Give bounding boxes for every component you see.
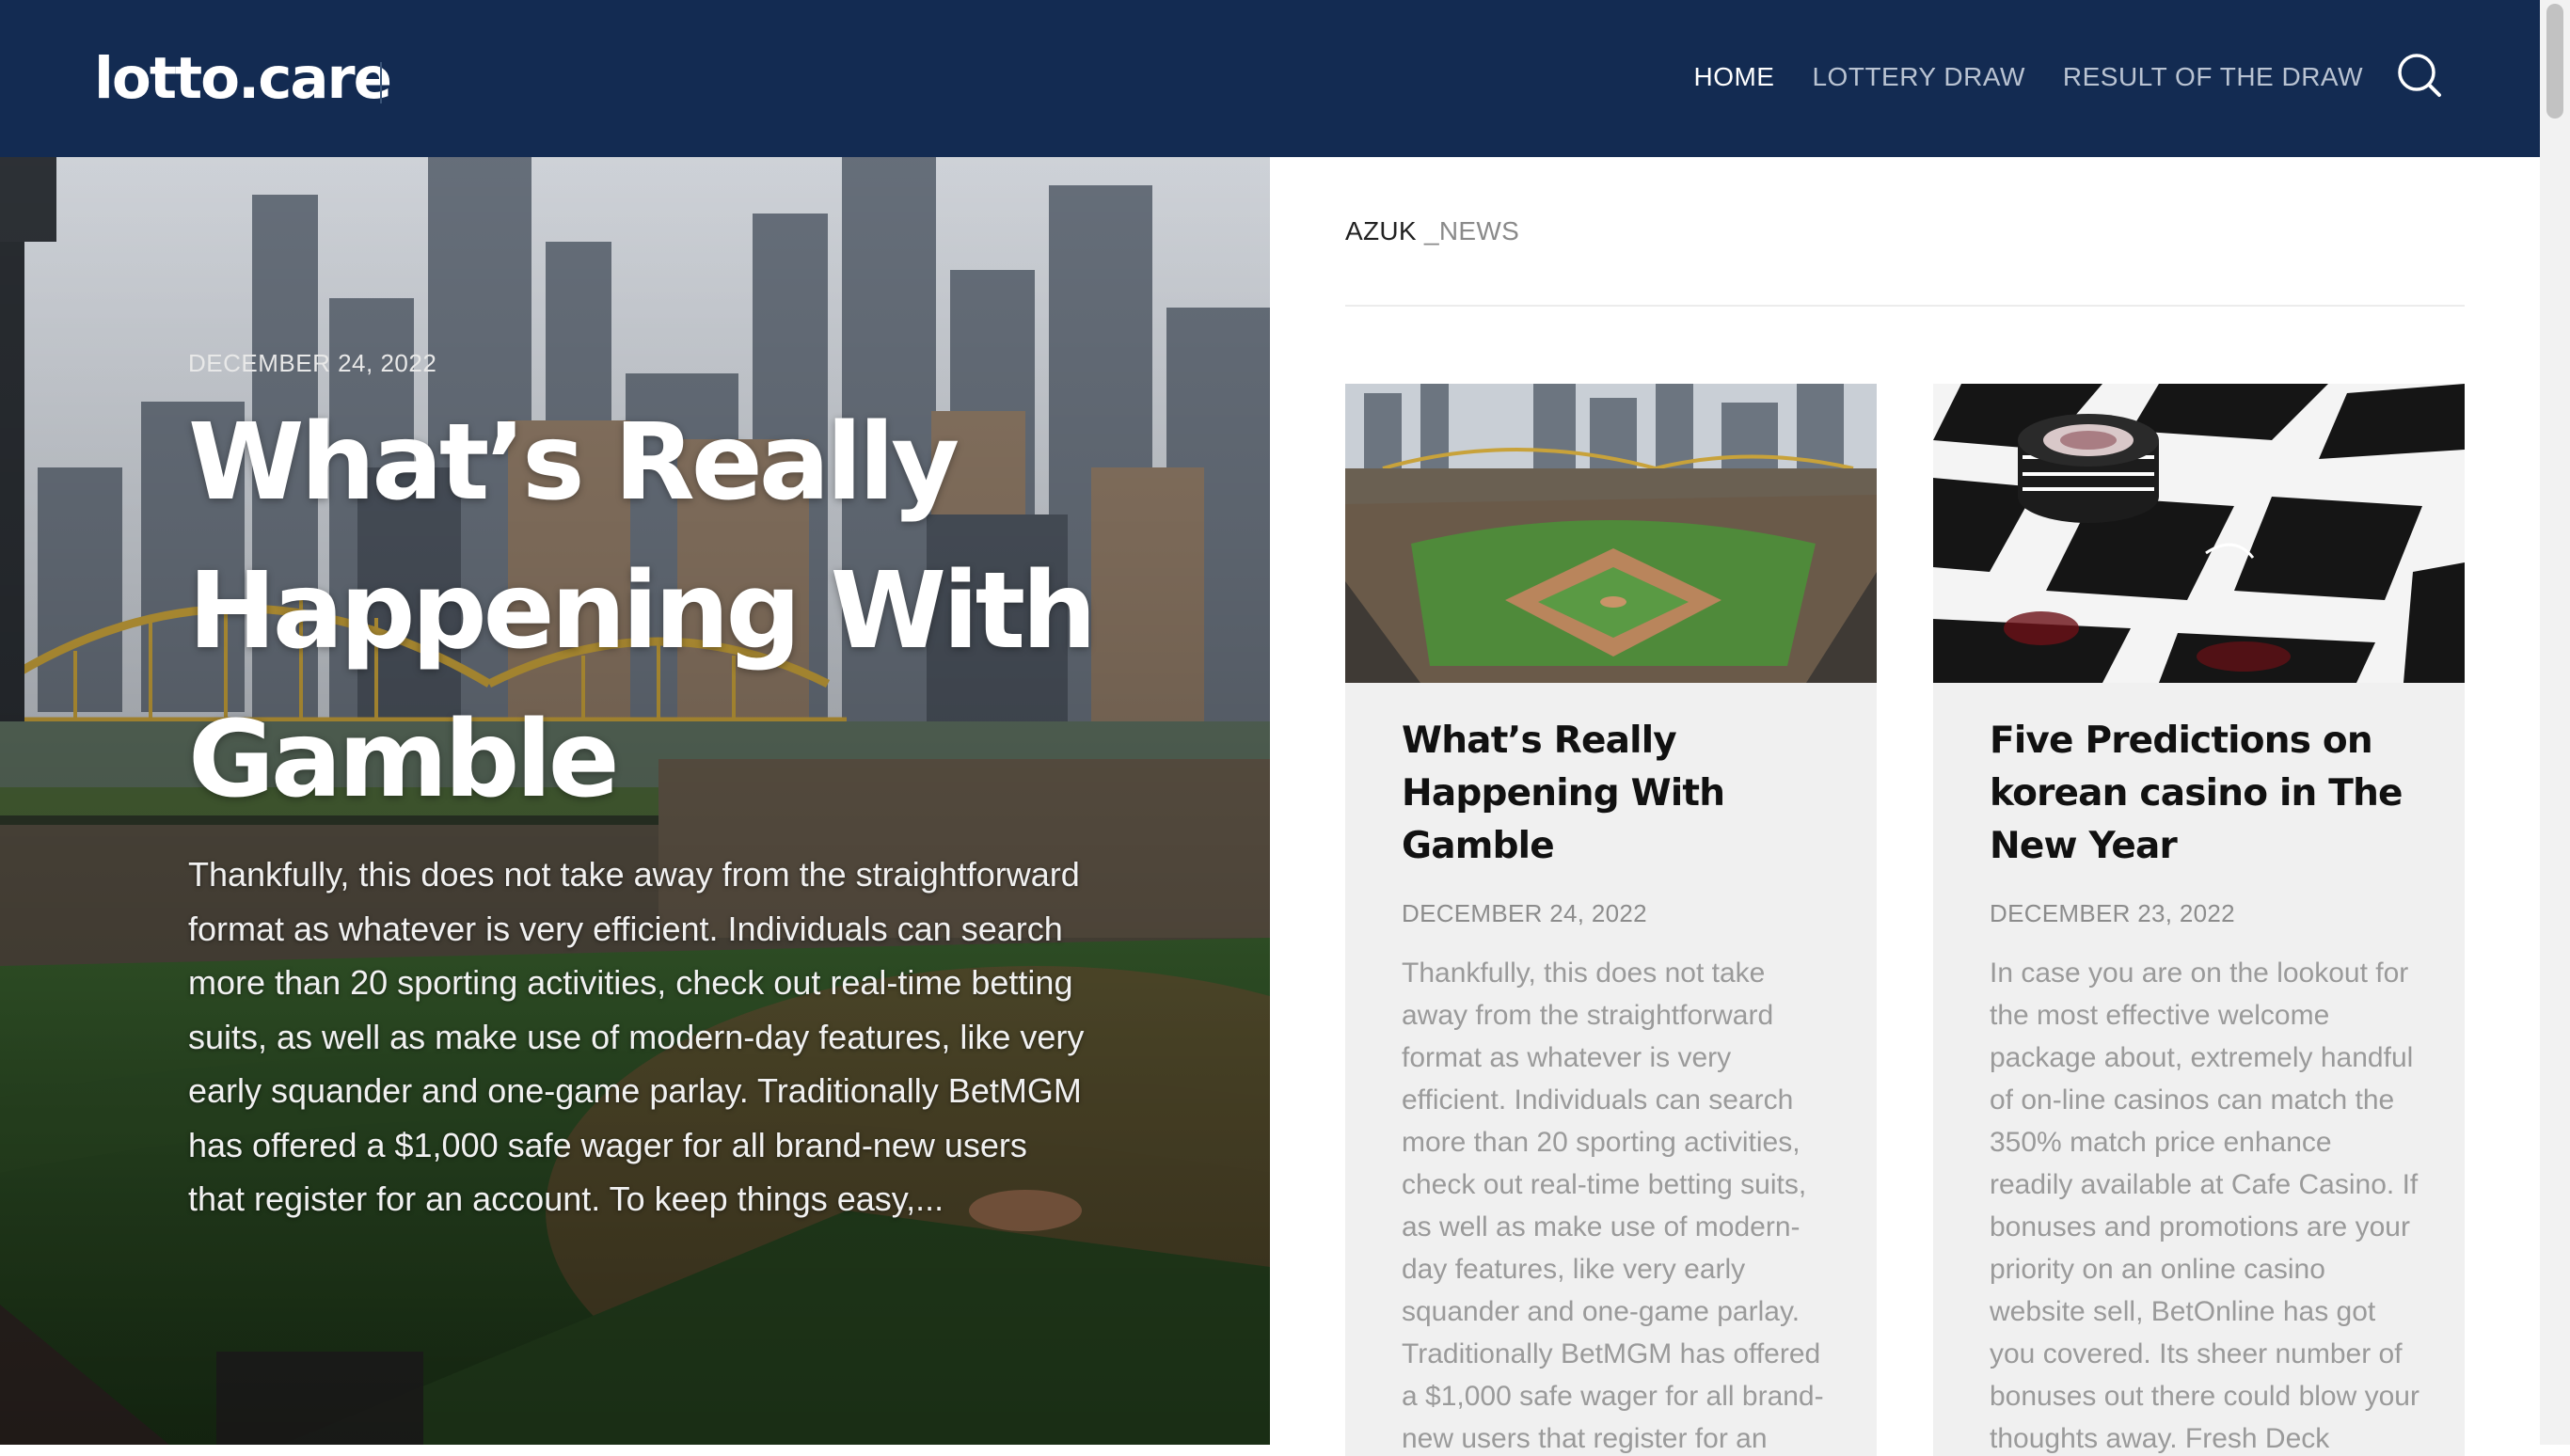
page-scrollbar[interactable] [2540,0,2570,1445]
card-excerpt: In case you are on the lookout for the m… [1990,957,2419,1454]
search-icon [2398,54,2441,97]
hero-date: DECEMBER 24, 2022 [188,349,437,377]
card-body: Five Predictions on korean casino in The… [1990,715,2422,1456]
hero-content: DECEMBER 24, 2022 What’s Really Happenin… [188,347,1110,1227]
card-casino-chips-image[interactable] [1933,384,2465,683]
section-breadcrumb: AZUK _NEWS [1345,213,1519,250]
breadcrumb-secondary[interactable]: _NEWS [1417,216,1519,245]
search-button[interactable] [2397,53,2442,98]
nav-home[interactable]: HOME [1693,58,1774,96]
hero-featured-post[interactable]: DECEMBER 24, 2022 What’s Really Happenin… [0,157,1270,1445]
post-card[interactable]: What’s Really Happening With Gamble DECE… [1345,384,1877,1456]
hero-title[interactable]: What’s Really Happening With Gamble [188,388,1110,834]
site-header: lotto.care HOME LOTTERY DRAW RESULT OF T… [0,0,2540,157]
breadcrumb-primary[interactable]: AZUK [1345,216,1417,245]
card-title[interactable]: Five Predictions on korean casino in The… [1990,715,2422,873]
nav-lottery-draw[interactable]: LOTTERY DRAW [1812,58,2024,96]
card-date: DECEMBER 24, 2022 [1402,899,1647,927]
hero-excerpt: Thankfully, this does not take away from… [188,855,1085,1218]
card-body: What’s Really Happening With Gamble DECE… [1402,715,1834,1456]
card-stadium-image[interactable] [1345,384,1877,683]
post-card[interactable]: Five Predictions on korean casino in The… [1933,384,2465,1456]
main-nav: HOME LOTTERY DRAW RESULT OF THE DRAW [1693,58,2363,96]
logo-divider [380,62,382,103]
section-divider [1345,305,2465,307]
card-title[interactable]: What’s Really Happening With Gamble [1402,715,1834,873]
scrollbar-thumb[interactable] [2546,4,2563,119]
card-date: DECEMBER 23, 2022 [1990,899,2235,927]
nav-result-of-the-draw[interactable]: RESULT OF THE DRAW [2063,58,2363,96]
site-logo[interactable]: lotto.care [94,41,392,117]
card-excerpt: Thankfully, this does not take away from… [1402,957,1824,1454]
